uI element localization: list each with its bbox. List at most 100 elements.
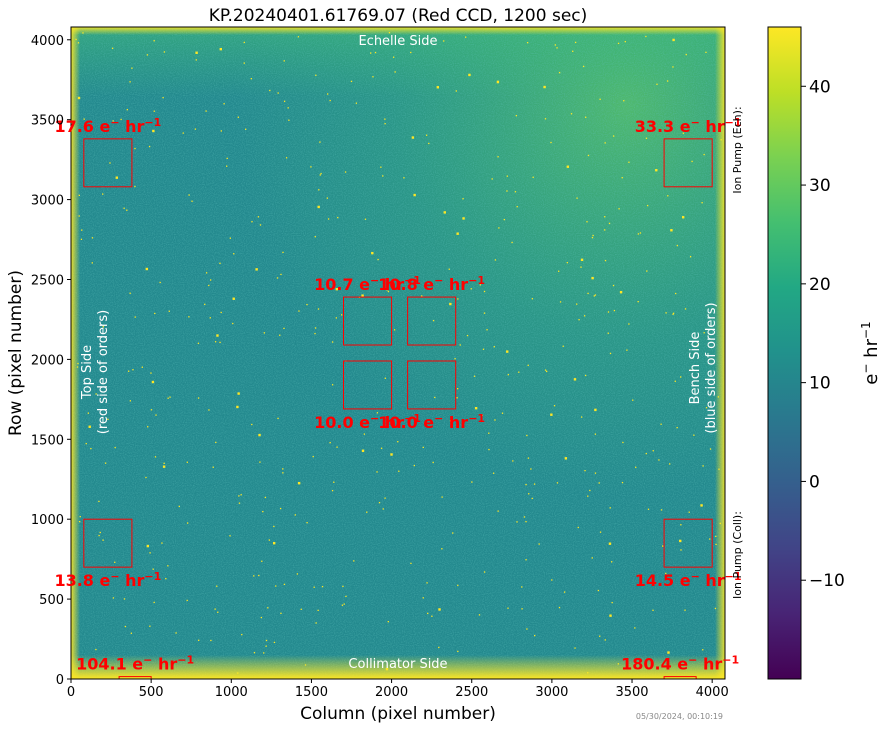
hot-pixel	[219, 262, 221, 264]
hot-pixel	[538, 543, 540, 545]
hot-pixel	[317, 205, 320, 209]
y-tick-label: 0	[56, 673, 64, 688]
hot-pixel	[280, 273, 282, 276]
x-axis-label: Column (pixel number)	[300, 704, 496, 724]
region-label-part: −1	[468, 274, 485, 287]
hot-pixel	[449, 302, 452, 306]
hot-pixel	[216, 585, 218, 587]
hot-pixel	[336, 446, 338, 448]
hot-pixel	[229, 237, 231, 239]
hot-pixel	[75, 38, 77, 41]
region-label-part: −1	[144, 116, 161, 129]
hot-pixel	[320, 172, 322, 175]
hot-pixel	[220, 130, 222, 132]
region-label-part: 180.4	[621, 655, 672, 674]
hot-pixel	[350, 80, 353, 83]
hot-pixel	[457, 650, 459, 653]
hot-pixel	[262, 510, 264, 513]
hot-pixel	[611, 561, 613, 563]
hot-pixel	[574, 41, 577, 44]
hot-pixel	[154, 456, 157, 458]
hot-pixel	[521, 586, 523, 588]
hot-pixel	[599, 635, 601, 637]
x-tick-label: 1500	[295, 685, 328, 700]
hot-pixel	[102, 193, 104, 195]
hot-pixel	[474, 407, 478, 410]
hot-pixel	[637, 233, 640, 235]
hot-pixel	[679, 539, 682, 543]
colorbar-ticks: −10 0 10 20 30 40	[801, 77, 845, 591]
hot-pixel	[526, 628, 528, 630]
hot-pixel	[411, 136, 415, 139]
hot-pixel	[718, 468, 720, 470]
region-label-part: −1	[177, 654, 194, 667]
region-label-part: −1	[144, 570, 161, 583]
hot-pixel	[497, 510, 499, 512]
hot-pixel	[672, 66, 674, 68]
hot-pixel	[680, 376, 682, 378]
hot-pixel	[384, 377, 386, 379]
hot-pixel	[344, 171, 347, 173]
hot-pixel	[397, 441, 399, 443]
hot-pixel	[272, 541, 276, 545]
hot-pixel	[188, 316, 190, 318]
hot-pixel	[598, 482, 600, 484]
hot-pixel	[265, 645, 267, 647]
hot-pixel	[645, 137, 648, 139]
hot-pixel	[533, 483, 536, 485]
hot-pixel	[422, 597, 424, 599]
y-tick-label: 3500	[31, 114, 64, 129]
hot-pixel	[478, 614, 481, 616]
hot-pixel	[604, 229, 606, 231]
hot-pixel	[702, 649, 704, 651]
hot-pixel	[329, 442, 331, 444]
hot-pixel	[152, 129, 155, 133]
hot-pixel	[329, 99, 331, 102]
hot-pixel	[319, 174, 321, 176]
hot-pixel	[279, 507, 282, 510]
hot-pixel	[702, 465, 704, 467]
hot-pixel	[494, 259, 497, 261]
hot-pixel	[609, 614, 612, 617]
region-label-part: e	[418, 275, 435, 294]
hot-pixel	[455, 90, 457, 92]
hot-pixel	[81, 229, 83, 231]
hot-pixel	[280, 612, 282, 615]
hot-pixel	[587, 495, 589, 497]
hot-pixel	[580, 258, 584, 262]
hot-pixel	[282, 251, 284, 254]
hot-pixel	[124, 625, 127, 628]
hot-pixel	[516, 521, 518, 523]
hot-pixel	[150, 409, 153, 411]
hot-pixel	[680, 549, 682, 551]
ion-pump-ech-label-group: Ion Pump (Ech):	[731, 106, 744, 193]
hot-pixel	[77, 42, 80, 44]
hot-pixel	[208, 409, 210, 411]
hot-pixel	[580, 266, 582, 268]
hot-pixel	[617, 663, 619, 665]
colorbar-label-mid: hr	[861, 338, 882, 363]
hot-pixel	[428, 142, 430, 145]
hot-pixel	[684, 308, 687, 310]
region-label: 180.4 e− hr−1	[621, 654, 739, 674]
hot-pixel	[422, 446, 424, 449]
x-tick-label: 2500	[455, 685, 488, 700]
hot-pixel	[619, 290, 623, 294]
hot-pixel	[457, 298, 459, 300]
hot-pixel	[314, 327, 317, 329]
hot-pixel	[604, 639, 606, 641]
colorbar-tick-label: 40	[809, 77, 831, 97]
y-tick-label: 2500	[31, 273, 64, 288]
hot-pixel	[178, 505, 180, 508]
region-label-part: e	[674, 117, 691, 136]
hot-pixel	[438, 608, 441, 611]
hot-pixel	[277, 92, 279, 94]
ion-pump-ech-label: Ion Pump (Ech):	[731, 106, 744, 193]
hot-pixel	[304, 664, 307, 666]
hot-pixel	[312, 455, 314, 458]
hot-pixel	[667, 651, 670, 654]
hot-pixel	[674, 380, 676, 382]
hot-pixel	[297, 481, 301, 485]
hot-pixel	[681, 216, 685, 219]
hot-pixel	[624, 40, 626, 43]
